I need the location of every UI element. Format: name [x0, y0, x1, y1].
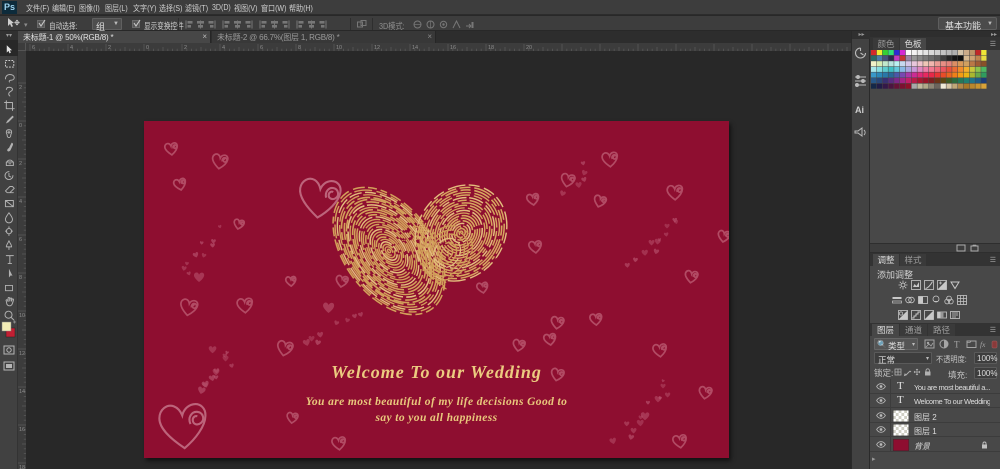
svg-text:0: 0	[19, 123, 22, 129]
svg-text:T: T	[954, 340, 960, 350]
svg-text:18: 18	[19, 465, 25, 469]
svg-text:6: 6	[19, 237, 22, 243]
svg-text:4: 4	[19, 199, 22, 205]
svg-text:2: 2	[19, 85, 22, 91]
svg-text:12: 12	[19, 351, 25, 357]
svg-text:8: 8	[19, 275, 22, 281]
svg-text:14: 14	[19, 389, 25, 395]
svg-text:16: 16	[19, 427, 25, 433]
svg-text:Ai: Ai	[855, 105, 864, 115]
svg-text:2: 2	[19, 161, 22, 167]
svg-text:fx: fx	[980, 340, 986, 349]
svg-text:10: 10	[19, 313, 25, 319]
